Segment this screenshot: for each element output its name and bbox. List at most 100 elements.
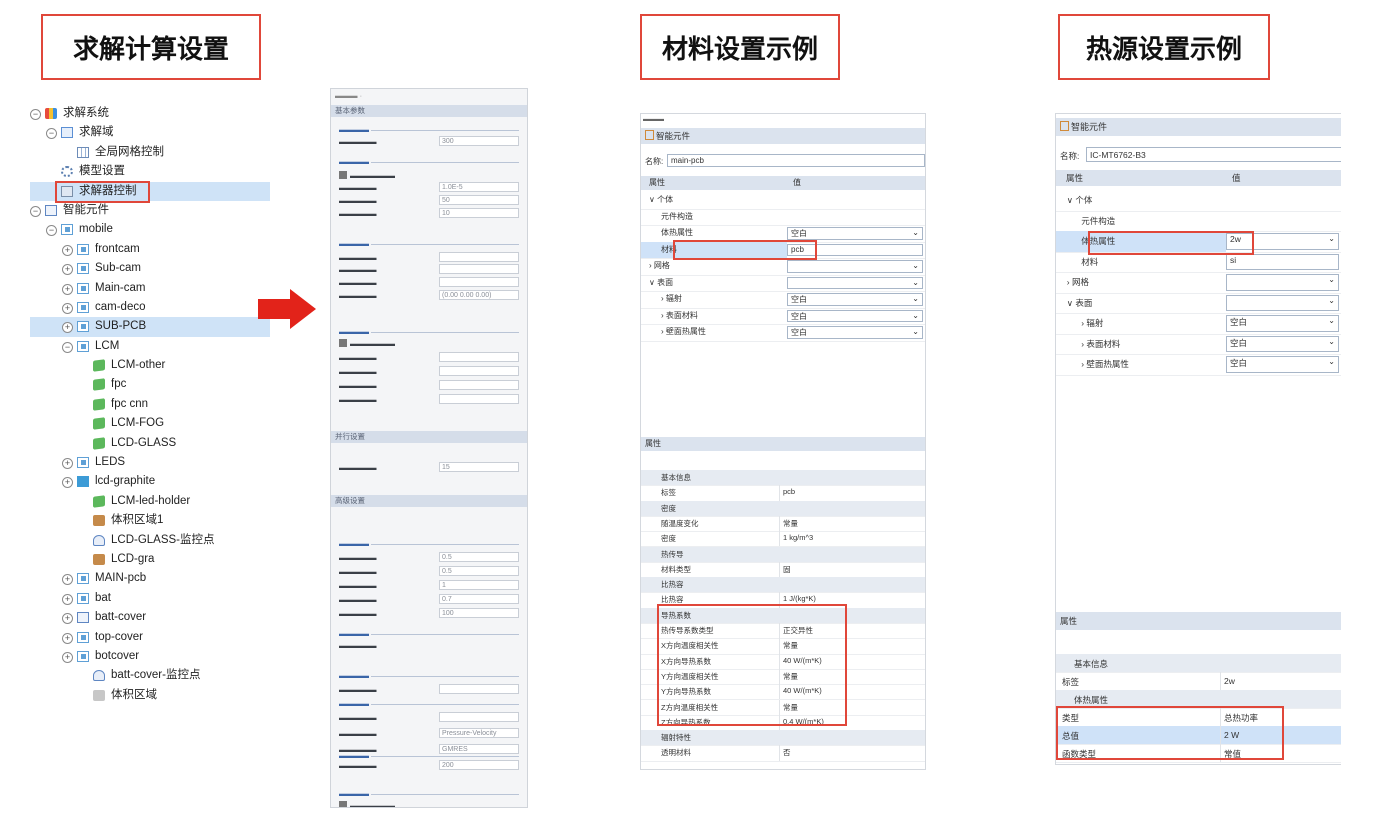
property-tree-row[interactable]: › 壁面热属性 空白 ⌄: [641, 324, 925, 342]
tree-item[interactable]: − 求解系统: [30, 104, 270, 123]
property-value-select[interactable]: ⌄: [787, 260, 923, 273]
tree-item[interactable]: + Sub-cam: [30, 259, 270, 278]
form-input[interactable]: 100: [439, 608, 519, 618]
collapse-icon[interactable]: −: [46, 128, 57, 140]
tree-item[interactable]: + bat: [30, 589, 270, 608]
tree-item[interactable]: + cam-deco: [30, 298, 270, 317]
property-row[interactable]: 材料类型 固: [641, 561, 925, 579]
form-input[interactable]: 50: [439, 195, 519, 205]
expand-icon[interactable]: +: [62, 593, 73, 605]
tree-item[interactable]: + SUB-PCB: [30, 317, 270, 337]
tree-item[interactable]: LCM-other: [30, 356, 270, 375]
property-value-select[interactable]: ⌄: [1226, 274, 1339, 291]
tree-item[interactable]: 模型设置: [30, 162, 270, 181]
tree-item[interactable]: fpc cnn: [30, 395, 270, 414]
form-input[interactable]: GMRES: [439, 744, 519, 754]
expand-icon[interactable]: +: [62, 632, 73, 644]
property-value-select[interactable]: 空白 ⌄: [787, 227, 923, 240]
collapse-icon[interactable]: −: [62, 341, 73, 353]
form-input[interactable]: [439, 252, 519, 262]
expand-icon[interactable]: +: [62, 283, 73, 295]
tree-item[interactable]: + lcd-graphite: [30, 472, 270, 491]
property-row[interactable]: 标签 pcb: [641, 485, 925, 502]
expand-icon[interactable]: +: [62, 574, 73, 586]
collapse-icon[interactable]: −: [30, 109, 41, 120]
property-tree-row[interactable]: 元件构造: [1056, 211, 1341, 232]
tree-item[interactable]: − LCM: [30, 337, 270, 356]
tree-item[interactable]: LCM-led-holder: [30, 492, 270, 511]
form-input[interactable]: 1.0E-5: [439, 182, 519, 192]
form-input[interactable]: 0.5: [439, 552, 519, 562]
property-tree-row[interactable]: ∨ 表面 ⌄: [1056, 293, 1341, 314]
tree-item[interactable]: LCM-FOG: [30, 414, 270, 433]
form-input[interactable]: [439, 352, 519, 362]
property-value-select[interactable]: 空白 ⌄: [787, 293, 923, 306]
expand-icon[interactable]: +: [62, 322, 73, 334]
property-tree-row[interactable]: ∨ 表面 ⌄: [641, 275, 925, 292]
tree-item[interactable]: + frontcam: [30, 240, 270, 259]
form-input[interactable]: 10: [439, 208, 519, 218]
property-tree-row[interactable]: › 表面材料 空白 ⌄: [641, 308, 925, 325]
tree-item[interactable]: batt-cover-监控点: [30, 666, 270, 685]
form-input[interactable]: [439, 394, 519, 404]
checkbox[interactable]: [339, 171, 347, 179]
form-input[interactable]: [439, 380, 519, 390]
form-input[interactable]: (0.00 0.00 0.00): [439, 290, 519, 300]
property-value-select[interactable]: ⌄: [787, 276, 923, 289]
property-tree-row[interactable]: › 表面材料 空白 ⌄: [1056, 334, 1341, 355]
tree-item[interactable]: + top-cover: [30, 628, 270, 647]
checkbox[interactable]: [339, 801, 347, 807]
property-value-select[interactable]: 空白 ⌄: [1226, 315, 1339, 332]
expand-icon[interactable]: +: [62, 458, 73, 470]
property-value-select[interactable]: 空白 ⌄: [787, 326, 923, 339]
property-row[interactable]: 透明材料 否: [641, 745, 925, 762]
collapse-icon[interactable]: −: [46, 225, 57, 237]
form-input[interactable]: [439, 712, 519, 722]
form-input[interactable]: [439, 264, 519, 274]
expand-icon[interactable]: +: [62, 477, 73, 489]
tree-item[interactable]: + Main-cam: [30, 279, 270, 298]
form-input[interactable]: [439, 277, 519, 287]
tree-item[interactable]: + botcover: [30, 647, 270, 666]
tree-item[interactable]: 体积区域: [30, 686, 270, 705]
expand-icon[interactable]: +: [62, 613, 73, 625]
tree-item[interactable]: − 智能元件: [30, 201, 270, 220]
tree-item[interactable]: − 求解域: [30, 123, 270, 142]
property-value-select[interactable]: 空白 ⌄: [1226, 335, 1339, 352]
property-tree-row[interactable]: ∨ 个体: [641, 192, 925, 210]
tree-item[interactable]: LCD-GLASS-监控点: [30, 531, 270, 550]
form-input[interactable]: 200: [439, 760, 519, 770]
form-input[interactable]: 1: [439, 580, 519, 590]
property-value-select[interactable]: 空白 ⌄: [787, 309, 923, 322]
tree-item[interactable]: − mobile: [30, 220, 270, 239]
tree-item[interactable]: + batt-cover: [30, 608, 270, 627]
property-row[interactable]: 密度 1 kg/m^3: [641, 531, 925, 548]
checkbox[interactable]: [339, 339, 347, 347]
form-input[interactable]: [439, 684, 519, 694]
tree-item[interactable]: LCD-GLASS: [30, 434, 270, 453]
expand-icon[interactable]: +: [62, 244, 73, 256]
collapse-icon[interactable]: −: [30, 205, 41, 217]
tree-item[interactable]: LCD-gra: [30, 550, 270, 569]
property-tree-row[interactable]: › 辐射 空白 ⌄: [641, 291, 925, 309]
tree-item[interactable]: 体积区域1: [30, 511, 270, 530]
property-tree-row[interactable]: ∨ 个体: [1056, 190, 1341, 212]
property-tree-row[interactable]: › 壁面热属性 空白 ⌄: [1056, 354, 1341, 376]
expand-icon[interactable]: +: [62, 264, 73, 276]
property-tree-row[interactable]: › 辐射 空白 ⌄: [1056, 313, 1341, 335]
form-input[interactable]: 0.5: [439, 566, 519, 576]
form-input[interactable]: 0.7: [439, 594, 519, 604]
tree-item[interactable]: + LEDS: [30, 453, 270, 472]
form-input[interactable]: Pressure-Velocity: [439, 728, 519, 738]
expand-icon[interactable]: +: [62, 651, 73, 663]
property-tree-row[interactable]: › 网格 ⌄: [1056, 272, 1341, 294]
tree-item[interactable]: fpc: [30, 375, 270, 394]
property-value-select[interactable]: ⌄: [1226, 294, 1339, 311]
form-input[interactable]: [439, 366, 519, 376]
expand-icon[interactable]: +: [62, 302, 73, 314]
tree-item[interactable]: + MAIN-pcb: [30, 569, 270, 588]
form-input[interactable]: 15: [439, 462, 519, 472]
property-value-select[interactable]: si: [1226, 253, 1339, 270]
name-input[interactable]: main-pcb: [667, 154, 925, 167]
property-tree-row[interactable]: 元件构造: [641, 209, 925, 226]
